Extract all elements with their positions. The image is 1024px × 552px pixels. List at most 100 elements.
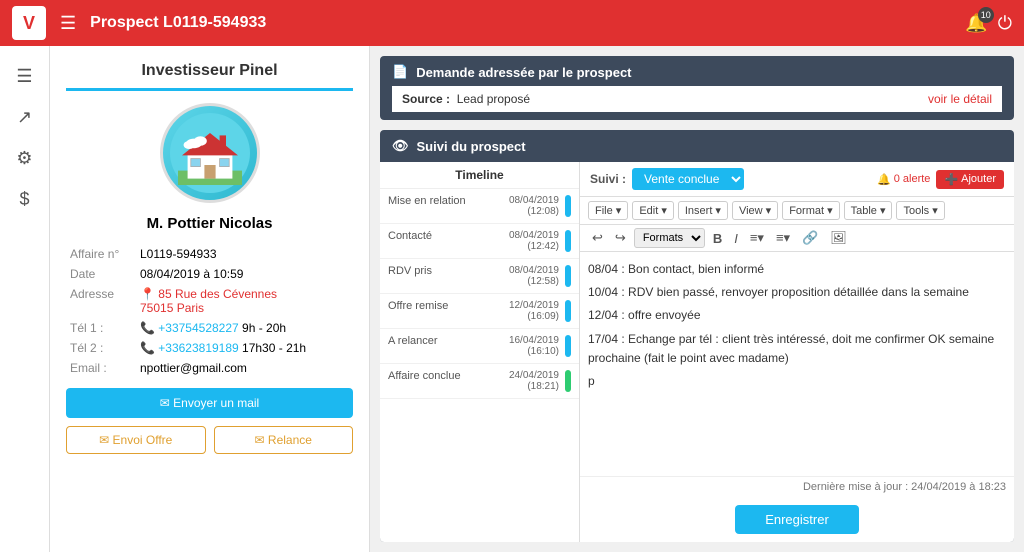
timeline-item: Offre remise 12/04/2019(16:09) <box>380 294 579 329</box>
ul-button[interactable]: ≡▾ <box>746 228 768 248</box>
timeline-date: 08/04/2019(12:08) <box>509 195 559 217</box>
logo: V <box>12 6 46 40</box>
field-label: Tél 2 : <box>66 338 136 358</box>
tel1[interactable]: 📞 +33754528227 <box>140 321 239 335</box>
relance-button[interactable]: ✉ Relance <box>214 426 354 454</box>
undo-button[interactable]: ↩ <box>588 228 607 248</box>
sidebar-icon-settings[interactable]: ⚙ <box>16 148 32 169</box>
voir-detail-link[interactable]: voir le détail <box>928 92 992 106</box>
person-firstname: Nicolas <box>219 215 272 232</box>
field-label: Tél 1 : <box>66 318 136 338</box>
menu-table[interactable]: Table ▾ <box>844 201 893 220</box>
table-row: Email : npottier@gmail.com <box>66 358 353 378</box>
timeline-bar <box>565 230 571 252</box>
navbar-icons: 🔔 10 ⏻ <box>965 13 1012 34</box>
menu-view[interactable]: View ▾ <box>732 201 778 220</box>
notifications-bell[interactable]: 🔔 10 <box>965 13 987 34</box>
power-icon[interactable]: ⏻ <box>998 13 1012 34</box>
ol-button[interactable]: ≡▾ <box>772 228 794 248</box>
editor-footer: Dernière mise à jour : 24/04/2019 à 18:2… <box>580 476 1014 497</box>
table-row: Affaire n° L0119-594933 <box>66 244 353 264</box>
alerte-count: 0 alerte <box>894 173 931 185</box>
alerte-button[interactable]: 🔔 0 alerte <box>877 173 930 186</box>
suivi-status-select[interactable]: Vente conclue En cours Perdu <box>632 168 744 190</box>
field-label: Date <box>66 264 136 284</box>
timeline-date: 16/04/2019(16:10) <box>509 335 559 357</box>
send-mail-button[interactable]: ✉ Envoyer un mail <box>66 388 353 418</box>
table-row: Tél 2 : 📞 +33623819189 17h30 - 21h <box>66 338 353 358</box>
bold-button[interactable]: B <box>709 229 726 248</box>
hamburger-menu[interactable]: ☰ <box>60 13 76 34</box>
right-panel: 📄 Demande adressée par le prospect Sourc… <box>370 46 1024 552</box>
timeline-bar <box>565 300 571 322</box>
timeline-date: 24/04/2019(18:21) <box>509 370 559 392</box>
timeline-items: Mise en relation 08/04/2019(12:08) Conta… <box>380 189 579 542</box>
timeline-label: A relancer <box>388 335 503 347</box>
field-value: 📞 +33623819189 17h30 - 21h <box>136 338 353 358</box>
editor-content[interactable]: 08/04 : Bon contact, bien informé 10/04 … <box>580 252 1014 476</box>
suivi-body: Timeline Mise en relation 08/04/2019(12:… <box>380 162 1014 542</box>
table-row: Tél 1 : 📞 +33754528227 9h - 20h <box>66 318 353 338</box>
sidebar: ☰ ↗ ⚙ $ <box>0 46 50 552</box>
suivi-box: 👁 Suivi du prospect Timeline Mise en rel… <box>380 130 1014 542</box>
tel2[interactable]: 📞 +33623819189 <box>140 341 239 355</box>
timeline-bar <box>565 195 571 217</box>
source-value: Lead proposé <box>457 92 530 106</box>
demande-title: Demande adressée par le prospect <box>416 65 631 80</box>
image-button[interactable]: 🖼 <box>826 228 851 248</box>
field-value: 📞 +33754528227 9h - 20h <box>136 318 353 338</box>
timeline-date: 08/04/2019(12:42) <box>509 230 559 252</box>
timeline-bar <box>565 370 571 392</box>
timeline-date: 08/04/2019(12:58) <box>509 265 559 287</box>
timeline-header: Timeline <box>380 162 579 189</box>
field-label: Affaire n° <box>66 244 136 264</box>
navbar: V ☰ Prospect L0119-594933 🔔 10 ⏻ <box>0 0 1024 46</box>
demande-box: 📄 Demande adressée par le prospect Sourc… <box>380 56 1014 120</box>
notification-count: 10 <box>978 7 994 23</box>
field-value-email: npottier@gmail.com <box>136 358 353 378</box>
save-button[interactable]: Enregistrer <box>735 505 859 534</box>
content-line-3: 12/04 : offre envoyée <box>588 306 1006 325</box>
source-row: Source : Lead proposé <box>402 92 530 106</box>
timeline-label: RDV pris <box>388 265 503 277</box>
italic-button[interactable]: I <box>730 229 742 248</box>
timeline-label: Affaire conclue <box>388 370 503 382</box>
field-value: 08/04/2019 à 10:59 <box>136 264 353 284</box>
timeline-label: Mise en relation <box>388 195 503 207</box>
sidebar-icon-dollar[interactable]: $ <box>19 189 29 210</box>
action-buttons-row: ✉ Envoi Offre ✉ Relance <box>66 426 353 454</box>
address-street: 📍 85 Rue des Cévennes <box>140 287 277 301</box>
enregistrer-row: Enregistrer <box>580 497 1014 542</box>
bell-icon: 🔔 <box>877 173 891 186</box>
document-icon: 📄 <box>392 64 408 80</box>
person-name: M. Pottier Nicolas <box>66 215 353 232</box>
field-label: Email : <box>66 358 136 378</box>
content-line-4: 17/04 : Echange par tél : client très in… <box>588 330 1006 368</box>
suivi-title: Suivi du prospect <box>417 139 526 154</box>
table-row: Date 08/04/2019 à 10:59 <box>66 264 353 284</box>
menu-tools[interactable]: Tools ▾ <box>896 201 944 220</box>
timeline-item: Affaire conclue 24/04/2019(18:21) <box>380 364 579 399</box>
timeline-item: Contacté 08/04/2019(12:42) <box>380 224 579 259</box>
ajouter-button[interactable]: ➕ Ajouter <box>936 170 1004 189</box>
investor-title: Investisseur Pinel <box>66 62 353 91</box>
sidebar-icon-chart[interactable]: ↗ <box>17 107 32 128</box>
editor-toolbar2: ↩ ↪ Formats B I ≡▾ ≡▾ 🔗 🖼 <box>580 225 1014 252</box>
timeline-item: Mise en relation 08/04/2019(12:08) <box>380 189 579 224</box>
link-button[interactable]: 🔗 <box>798 228 822 248</box>
source-label: Source : <box>402 92 450 106</box>
send-offer-button[interactable]: ✉ Envoi Offre <box>66 426 206 454</box>
menu-file[interactable]: File ▾ <box>588 201 628 220</box>
menu-insert[interactable]: Insert ▾ <box>678 201 728 220</box>
formats-select[interactable]: Formats <box>634 228 705 248</box>
redo-button[interactable]: ↪ <box>611 228 630 248</box>
sidebar-icon-list[interactable]: ☰ <box>16 66 32 87</box>
timeline-item: A relancer 16/04/2019(16:10) <box>380 329 579 364</box>
info-table: Affaire n° L0119-594933 Date 08/04/2019 … <box>66 244 353 378</box>
suivi-toolbar: Suivi : Vente conclue En cours Perdu 🔔 0… <box>580 162 1014 197</box>
left-panel: Investisseur Pinel <box>50 46 370 552</box>
address-city: 75015 Paris <box>140 301 204 315</box>
menu-edit[interactable]: Edit ▾ <box>632 201 674 220</box>
menu-format[interactable]: Format ▾ <box>782 201 839 220</box>
plus-icon: ➕ <box>944 173 958 186</box>
